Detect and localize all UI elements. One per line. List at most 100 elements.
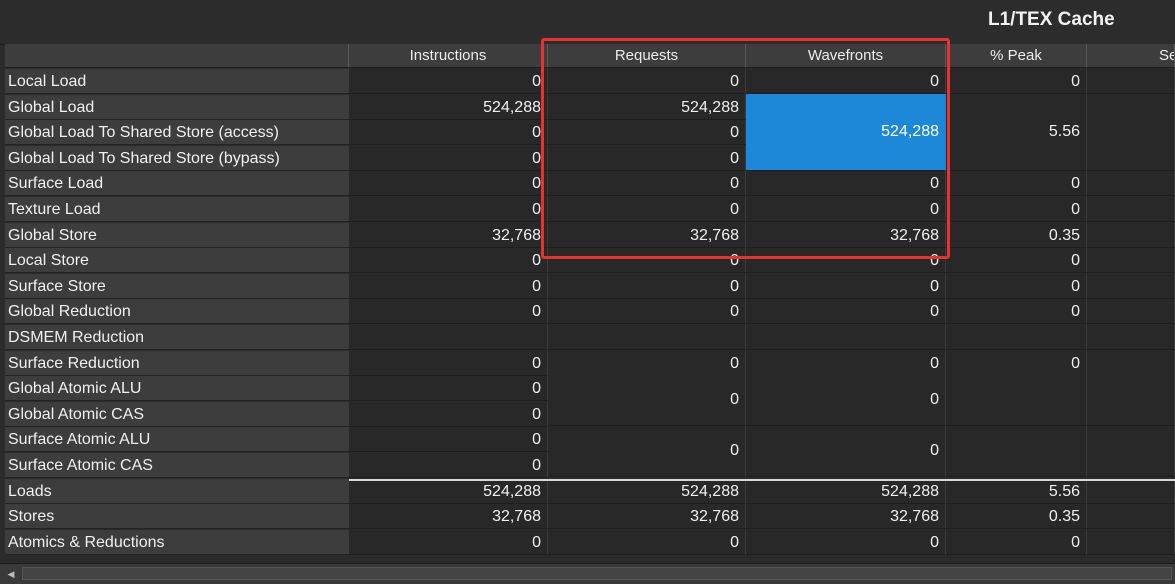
cell-instructions[interactable]: 0 <box>349 248 548 273</box>
cell-requests[interactable]: 0 <box>548 248 746 273</box>
row-label[interactable]: Surface Store <box>5 274 349 299</box>
cell-peak[interactable]: 0.35 <box>946 504 1087 529</box>
cell-instructions[interactable]: 0 <box>349 146 548 171</box>
cell-se[interactable] <box>1087 274 1175 299</box>
cell-wavefronts-surface-atomic-merged[interactable]: 0 <box>746 426 946 477</box>
cell-peak-global-load-merged[interactable]: 5.56 <box>946 94 1087 171</box>
cell-instructions[interactable]: 32,768 <box>349 223 548 248</box>
row-label[interactable]: Texture Load <box>5 197 349 222</box>
cell-instructions[interactable]: 0 <box>349 197 548 222</box>
cell-se[interactable] <box>1087 479 1175 504</box>
cell-instructions[interactable]: 524,288 <box>349 95 548 120</box>
cell-instructions[interactable]: 0 <box>349 120 548 145</box>
cell-peak[interactable]: 0 <box>946 69 1087 94</box>
cell-requests[interactable]: 0 <box>548 274 746 299</box>
cell-instructions[interactable]: 0 <box>349 427 548 452</box>
cell-wavefronts[interactable]: 32,768 <box>746 223 946 248</box>
cell-wavefronts[interactable]: 0 <box>746 351 946 376</box>
cell-se[interactable] <box>1087 69 1175 94</box>
cell-wavefronts[interactable]: 0 <box>746 69 946 94</box>
cell-requests-global-atomic-merged[interactable]: 0 <box>548 375 746 426</box>
cell-se-global-atomic-merged[interactable] <box>1087 375 1175 426</box>
cell-wavefronts[interactable]: 0 <box>746 274 946 299</box>
cell-se-surface-atomic-merged[interactable] <box>1087 426 1175 477</box>
row-label[interactable]: Global Load <box>5 95 349 120</box>
row-label[interactable]: Global Load To Shared Store (access) <box>5 120 349 145</box>
cell-requests[interactable]: 0 <box>548 120 746 145</box>
cell-wavefronts[interactable]: 0 <box>746 171 946 196</box>
cell-requests[interactable]: 524,288 <box>548 479 746 504</box>
row-label[interactable]: Atomics & Reductions <box>5 530 349 555</box>
row-label[interactable]: DSMEM Reduction <box>5 325 349 350</box>
cell-se-global-load-merged[interactable] <box>1087 94 1175 171</box>
row-label[interactable]: Global Load To Shared Store (bypass) <box>5 146 349 171</box>
cell-requests-surface-atomic-merged[interactable]: 0 <box>548 426 746 477</box>
cell-instructions[interactable]: 0 <box>349 351 548 376</box>
row-label[interactable]: Global Atomic CAS <box>5 402 349 427</box>
cell-peak[interactable]: 0 <box>946 171 1087 196</box>
cell-wavefronts[interactable] <box>746 325 946 350</box>
row-label[interactable]: Surface Load <box>5 171 349 196</box>
cell-peak[interactable]: 0 <box>946 248 1087 273</box>
cell-peak[interactable]: 0 <box>946 197 1087 222</box>
cell-requests[interactable]: 0 <box>548 351 746 376</box>
row-label[interactable]: Surface Atomic CAS <box>5 453 349 478</box>
cell-instructions[interactable]: 524,288 <box>349 479 548 504</box>
cell-peak[interactable]: 0 <box>946 530 1087 555</box>
cell-wavefronts[interactable]: 32,768 <box>746 504 946 529</box>
cell-requests[interactable] <box>548 325 746 350</box>
cell-peak[interactable]: 0 <box>946 351 1087 376</box>
column-header-wavefronts[interactable]: Wavefronts <box>746 44 946 68</box>
scroll-left-icon[interactable]: ◀ <box>4 567 18 581</box>
row-label[interactable]: Surface Reduction <box>5 351 349 376</box>
column-header-se[interactable]: Se <box>1087 44 1175 68</box>
cell-requests[interactable]: 0 <box>548 197 746 222</box>
cell-se[interactable] <box>1087 325 1175 350</box>
cell-se[interactable] <box>1087 504 1175 529</box>
row-label[interactable]: Surface Atomic ALU <box>5 427 349 452</box>
cell-requests[interactable]: 524,288 <box>548 95 746 120</box>
cell-se[interactable] <box>1087 197 1175 222</box>
cell-instructions[interactable]: 0 <box>349 376 548 401</box>
row-label[interactable]: Stores <box>5 504 349 529</box>
cell-instructions[interactable]: 0 <box>349 530 548 555</box>
cell-peak-global-atomic-merged[interactable] <box>946 375 1087 426</box>
row-label[interactable]: Local Load <box>5 69 349 94</box>
cell-instructions[interactable]: 0 <box>349 171 548 196</box>
cell-requests[interactable]: 0 <box>548 299 746 324</box>
cell-se[interactable] <box>1087 351 1175 376</box>
cell-peak[interactable]: 0.35 <box>946 223 1087 248</box>
horizontal-scrollbar[interactable]: ◀ <box>0 563 1175 584</box>
cell-peak[interactable]: 0 <box>946 299 1087 324</box>
cell-wavefronts-global-load-merged[interactable]: 524,288 <box>746 94 946 171</box>
cell-se[interactable] <box>1087 299 1175 324</box>
cell-instructions[interactable]: 0 <box>349 402 548 427</box>
cell-requests[interactable]: 0 <box>548 171 746 196</box>
cell-peak[interactable] <box>946 325 1087 350</box>
column-header-requests[interactable]: Requests <box>548 44 746 68</box>
row-label[interactable]: Global Reduction <box>5 299 349 324</box>
cell-wavefronts[interactable]: 0 <box>746 248 946 273</box>
row-label[interactable]: Local Store <box>5 248 349 273</box>
cell-instructions[interactable]: 0 <box>349 274 548 299</box>
cell-instructions[interactable]: 0 <box>349 69 548 94</box>
cell-peak[interactable]: 5.56 <box>946 479 1087 504</box>
cell-peak-surface-atomic-merged[interactable] <box>946 426 1087 477</box>
cell-instructions[interactable]: 0 <box>349 299 548 324</box>
cell-requests[interactable]: 32,768 <box>548 504 746 529</box>
cell-instructions[interactable]: 0 <box>349 453 548 478</box>
cell-peak[interactable]: 0 <box>946 274 1087 299</box>
row-label[interactable]: Global Store <box>5 223 349 248</box>
cell-requests[interactable]: 0 <box>548 69 746 94</box>
row-label[interactable]: Global Atomic ALU <box>5 376 349 401</box>
row-label[interactable]: Loads <box>5 479 349 504</box>
cell-se[interactable] <box>1087 248 1175 273</box>
cell-wavefronts-global-atomic-merged[interactable]: 0 <box>746 375 946 426</box>
cell-requests[interactable]: 32,768 <box>548 223 746 248</box>
cell-requests[interactable]: 0 <box>548 146 746 171</box>
cell-se[interactable] <box>1087 223 1175 248</box>
column-header-peak[interactable]: % Peak <box>946 44 1087 68</box>
cell-wavefronts[interactable]: 0 <box>746 197 946 222</box>
cell-se[interactable] <box>1087 171 1175 196</box>
cell-wavefronts[interactable]: 0 <box>746 299 946 324</box>
